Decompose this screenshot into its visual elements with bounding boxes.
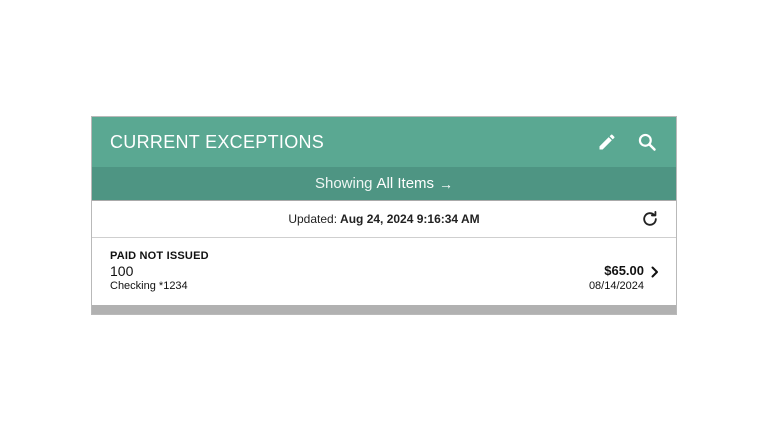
exception-date: 08/14/2024 [588,280,644,292]
updated-timestamp: Aug 24, 2024 9:16:34 AM [340,212,480,226]
search-icon[interactable] [636,131,658,153]
filter-selection-link[interactable]: All Items → [377,175,454,192]
updated-bar: Updated: Aug 24, 2024 9:16:34 AM [92,201,676,238]
filter-selection-label: All Items [376,175,435,192]
exception-number: 100 [110,263,134,279]
chevron-right-icon [650,265,660,278]
arrow-right-icon: → [439,175,454,192]
exception-type: PAID NOT ISSUED [110,250,209,262]
pencil-icon[interactable] [596,131,618,153]
filter-prefix: Showing [314,175,373,192]
widget-title: CURRENT EXCEPTIONS [110,131,325,152]
exception-amount: $65.00 [604,263,644,278]
exception-row[interactable]: PAID NOT ISSUED 100 Checking *1234 $65.0… [92,238,676,305]
widget-footer-bar [92,305,676,314]
exception-summary: $65.00 08/14/2024 [589,263,644,292]
current-exceptions-widget: CURRENT EXCEPTIONS Showing All Items → U… [91,116,677,315]
filter-bar: Showing All Items → [92,167,676,201]
widget-header: CURRENT EXCEPTIONS [92,117,676,167]
exception-account: Checking *1234 [110,280,188,292]
header-actions [596,131,658,153]
refresh-icon[interactable] [640,209,660,229]
updated-label: Updated: [288,212,338,226]
